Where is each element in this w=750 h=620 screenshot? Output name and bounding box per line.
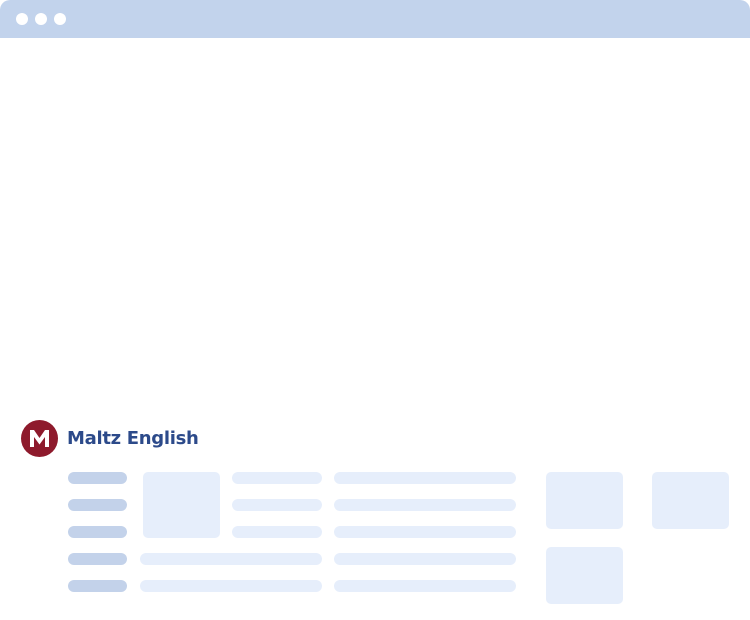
skeleton-card [652, 472, 729, 529]
browser-window: Maltz English [0, 0, 750, 620]
skeleton-text-line [334, 526, 516, 538]
skeleton-text-line [334, 580, 516, 592]
logo-m-glyph [30, 430, 49, 447]
skeleton-text-line [334, 472, 516, 484]
window-titlebar [0, 0, 750, 38]
skeleton-card [546, 547, 623, 604]
skeleton-nav-pill [68, 499, 127, 511]
skeleton-text-line [334, 553, 516, 565]
window-control-dot[interactable] [35, 13, 47, 25]
maltz-logo-icon [21, 420, 58, 457]
window-control-dot[interactable] [54, 13, 66, 25]
window-control-dot[interactable] [16, 13, 28, 25]
skeleton-thumbnail [143, 472, 220, 538]
skeleton-text-line [232, 499, 322, 511]
skeleton-text-line [232, 472, 322, 484]
skeleton-nav-pill [68, 580, 127, 592]
skeleton-text-line [140, 580, 322, 592]
skeleton-text-line [334, 499, 516, 511]
brand-header[interactable]: Maltz English [21, 420, 199, 457]
skeleton-text-line [140, 553, 322, 565]
skeleton-text-line [232, 526, 322, 538]
brand-name: Maltz English [67, 428, 199, 449]
skeleton-nav-pill [68, 472, 127, 484]
skeleton-nav-pill [68, 526, 127, 538]
skeleton-nav-pill [68, 553, 127, 565]
skeleton-card [546, 472, 623, 529]
